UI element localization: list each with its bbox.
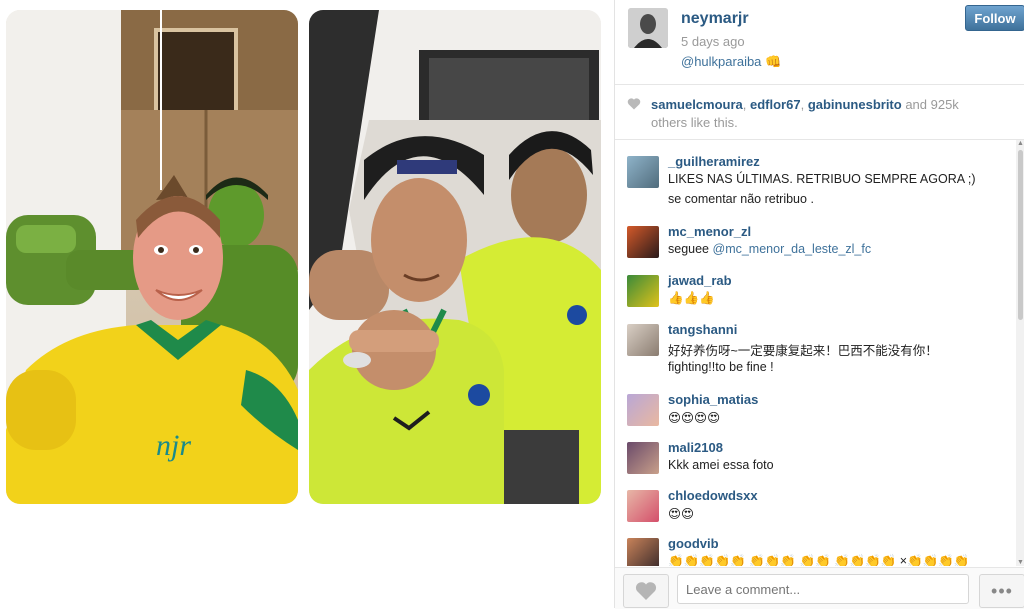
post-username[interactable]: neymarjr: [681, 10, 749, 28]
comment-username[interactable]: mali2108: [668, 440, 723, 455]
selfie-photo: [309, 10, 601, 504]
comment-text: seguee @mc_menor_da_leste_zl_fc: [668, 242, 872, 256]
comment-footer: •••: [615, 567, 1024, 609]
comments-scrollbar[interactable]: ▲ ▼: [1016, 140, 1024, 566]
likes-summary: samuelcmoura, edflor67, gabinunesbrito a…: [651, 97, 959, 112]
comment-mention[interactable]: @mc_menor_da_leste_zl_fc: [713, 242, 872, 256]
toy-figure-photo: njr: [6, 10, 298, 504]
comment-text-line2: fighting!!to be fine !: [668, 360, 774, 374]
avatar[interactable]: [627, 442, 659, 474]
liker-link[interactable]: gabinunesbrito: [808, 97, 902, 112]
more-options-button[interactable]: •••: [979, 574, 1024, 608]
post-photo-right: [309, 10, 601, 504]
avatar[interactable]: [627, 324, 659, 356]
heart-icon: [635, 582, 657, 600]
comments-list: _guilheramirez LIKES NAS ÚLTIMAS. RETRIB…: [615, 140, 1015, 566]
comment-text: 👍👍👍: [668, 291, 715, 305]
more-icon: •••: [991, 580, 1013, 601]
comment-username[interactable]: jawad_rab: [668, 273, 732, 288]
comment-input[interactable]: [677, 574, 969, 604]
avatar[interactable]: [627, 156, 659, 188]
avatar[interactable]: [627, 538, 659, 566]
heart-icon: [627, 98, 641, 110]
post-photo-left: njr: [6, 10, 298, 504]
comment-username[interactable]: _guilheramirez: [668, 154, 760, 169]
scroll-down-icon[interactable]: ▼: [1017, 559, 1024, 566]
comment-text: Kkk amei essa foto: [668, 458, 774, 472]
comment-text: 😍😍😍😍: [668, 411, 721, 425]
likes-count: and 925k: [901, 97, 959, 112]
follow-button[interactable]: Follow: [965, 5, 1024, 31]
post-caption[interactable]: @hulkparaiba 👊: [681, 54, 781, 70]
post-side-panel: neymarjr 5 days ago @hulkparaiba 👊 Follo…: [614, 0, 1024, 609]
avatar[interactable]: [627, 490, 659, 522]
scrollbar-thumb[interactable]: [1018, 150, 1023, 320]
comment-username[interactable]: goodvib: [668, 536, 719, 551]
liker-link[interactable]: samuelcmoura: [651, 97, 743, 112]
comment-text: 好好养伤呀~一定要康复起来！巴西不能没有你！: [668, 344, 938, 358]
comment-text: 😍😍: [668, 507, 695, 521]
avatar[interactable]: [627, 394, 659, 426]
scroll-up-icon[interactable]: ▲: [1017, 140, 1024, 147]
liker-link[interactable]: edflor67: [750, 97, 801, 112]
post-header: neymarjr 5 days ago @hulkparaiba 👊 Follo…: [615, 0, 1024, 85]
comment-text-line2: se comentar não retribuo .: [668, 192, 814, 206]
comment-username[interactable]: chloedowdsxx: [668, 488, 758, 503]
comment-username[interactable]: tangshanni: [668, 322, 737, 337]
comment-username[interactable]: sophia_matias: [668, 392, 758, 407]
comment-text: 👏👏👏👏👏 👏👏👏 👏👏 👏👏👏👏 ×👏👏👏👏: [668, 554, 970, 566]
shirt-njr-text: njr: [156, 429, 191, 462]
like-button[interactable]: [623, 574, 669, 608]
likes-section: samuelcmoura, edflor67, gabinunesbrito a…: [615, 85, 1024, 140]
comment-text: LIKES NAS ÚLTIMAS. RETRIBUO SEMPRE AGORA…: [668, 172, 976, 186]
avatar[interactable]: [628, 8, 668, 48]
likes-others-text: others like this.: [651, 115, 738, 130]
avatar[interactable]: [627, 226, 659, 258]
avatar[interactable]: [627, 275, 659, 307]
comment-username[interactable]: mc_menor_zl: [668, 224, 751, 239]
post-timestamp: 5 days ago: [681, 34, 745, 49]
